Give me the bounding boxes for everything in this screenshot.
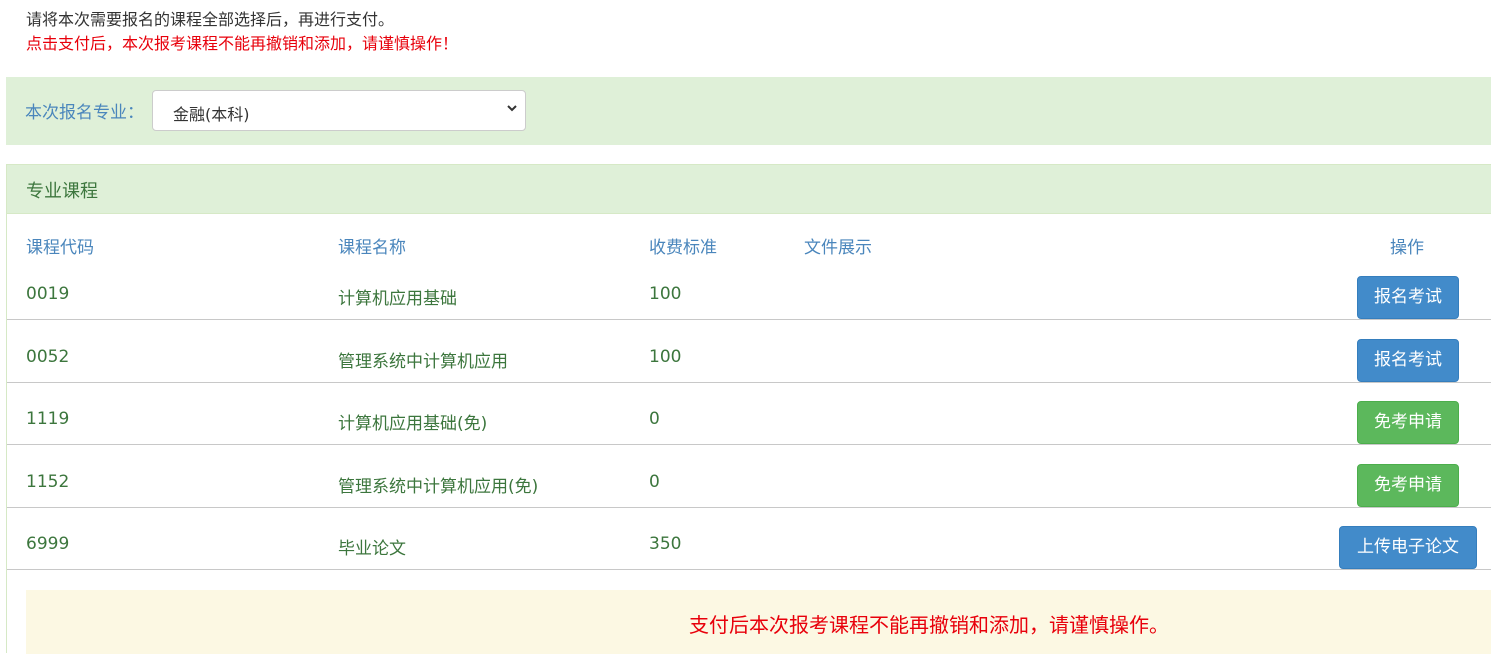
table-row: 6999 毕业论文 350 上传电子论文 [7,507,1491,570]
register-exam-button[interactable]: 报名考试 [1357,276,1459,319]
exemption-apply-button[interactable]: 免考申请 [1357,464,1459,507]
course-fee: 0 [649,409,660,429]
course-code: 1119 [26,409,70,429]
table-row: 1152 管理系统中计算机应用(免) 0 免考申请 [7,445,1491,508]
panel-title: 专业课程 [26,181,98,202]
course-name: 毕业论文 [338,539,406,559]
course-panel: 专业课程 课程代码 课程名称 收费标准 文件展示 操作 0019 计算机应用基础… [6,164,1491,654]
header-files: 文件展示 [804,238,872,258]
major-select-value: 金融(本科) [173,105,250,124]
course-name: 管理系统中计算机应用 [338,352,508,372]
chevron-down-icon [507,105,517,112]
course-code: 0052 [26,347,70,367]
payment-warning-box: 支付后本次报考课程不能再撤销和添加，请谨慎操作。 [26,590,1491,654]
notice-warning: 点击支付后，本次报考课程不能再撤销和添加，请谨慎操作！ [26,34,459,53]
course-code: 1152 [26,472,70,492]
notice-instruction: 请将本次需要报名的课程全部选择后，再进行支付。 [26,10,395,29]
course-fee: 100 [649,284,682,304]
course-fee: 100 [649,347,682,367]
major-selection-bar: 本次报名专业： 金融(本科) [6,77,1491,145]
table-row: 0052 管理系统中计算机应用 100 报名考试 [7,320,1491,383]
course-name: 计算机应用基础 [338,289,457,309]
table-row: 0019 计算机应用基础 100 报名考试 [7,257,1491,320]
upload-thesis-button[interactable]: 上传电子论文 [1339,526,1477,569]
header-course-name: 课程名称 [338,238,406,258]
exemption-apply-button[interactable]: 免考申请 [1357,401,1459,444]
table-row: 1119 计算机应用基础(免) 0 免考申请 [7,382,1491,445]
register-exam-button[interactable]: 报名考试 [1357,339,1459,382]
course-name: 计算机应用基础(免) [338,414,488,434]
course-code: 0019 [26,284,70,304]
course-code: 6999 [26,534,70,554]
panel-heading: 专业课程 [7,165,1491,214]
payment-warning-text: 支付后本次报考课程不能再撤销和添加，请谨慎操作。 [689,613,1169,637]
header-fee: 收费标准 [649,238,717,258]
course-fee: 0 [649,472,660,492]
course-name: 管理系统中计算机应用(免) [338,477,539,497]
notice: 请将本次需要报名的课程全部选择后，再进行支付。 点击支付后，本次报考课程不能再撤… [26,8,458,56]
course-fee: 350 [649,534,682,554]
major-label: 本次报名专业： [25,103,144,123]
header-course-code: 课程代码 [26,238,94,258]
header-action: 操作 [1390,238,1424,258]
major-select[interactable]: 金融(本科) [152,90,526,131]
